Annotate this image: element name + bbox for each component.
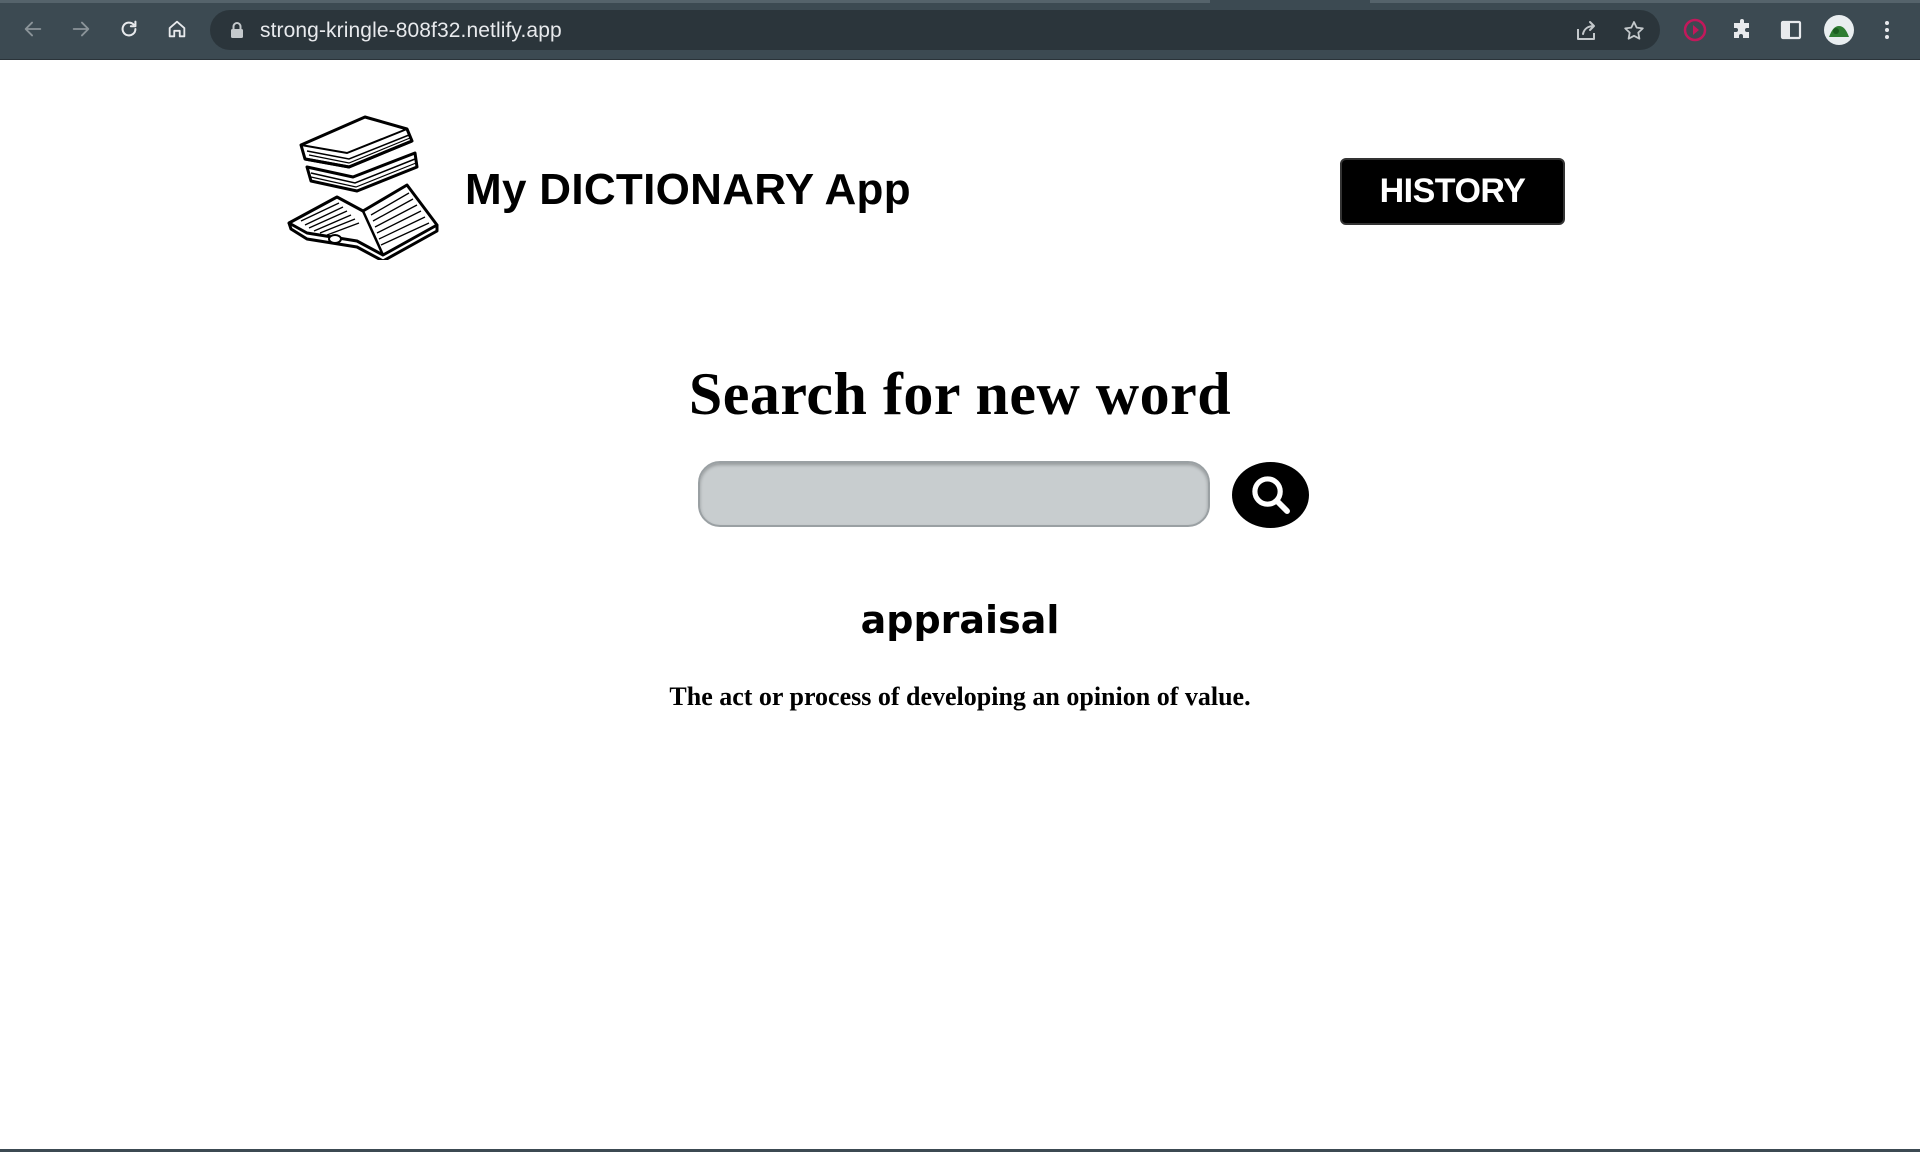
app-title: My DICTIONARY App (465, 165, 911, 214)
forward-button[interactable] (64, 12, 98, 46)
side-panel-icon[interactable] (1778, 17, 1804, 43)
reload-icon (121, 20, 137, 37)
address-bar[interactable]: strong-kringle-808f32.netlify.app (210, 10, 1660, 50)
lock-icon[interactable] (228, 21, 246, 39)
search-icon (1251, 476, 1290, 514)
kebab-menu-icon[interactable] (1874, 17, 1900, 43)
home-button[interactable] (160, 12, 194, 46)
forward-icon (72, 21, 90, 37)
avatar[interactable] (1824, 15, 1854, 45)
result-definition: The act or process of developing an opin… (669, 682, 1251, 711)
profile-icon (1829, 26, 1849, 37)
search-button[interactable] (1232, 462, 1309, 528)
search-heading: Search for new word (0, 360, 1920, 429)
share-icon[interactable] (1574, 19, 1598, 43)
result-word: appraisal (860, 598, 1060, 642)
history-button[interactable]: HISTORY (1340, 158, 1565, 225)
books-logo-icon (287, 115, 439, 260)
url-text[interactable]: strong-kringle-808f32.netlify.app (260, 19, 562, 43)
back-button[interactable] (16, 12, 50, 46)
back-icon (24, 21, 42, 37)
tab-strip-edge (0, 0, 1210, 3)
page-content: My DICTIONARY App HISTORY Search for new… (0, 60, 1920, 1150)
extension-red-icon[interactable] (1682, 17, 1708, 43)
search-heading-text: Search for new word (688, 361, 1232, 427)
reload-button[interactable] (112, 12, 146, 46)
puzzle-icon[interactable] (1730, 17, 1756, 43)
browser-toolbar: strong-kringle-808f32.netlify.app (0, 0, 1920, 60)
home-icon (168, 20, 186, 38)
star-icon[interactable] (1622, 19, 1646, 43)
tab-strip-edge (1370, 0, 1920, 3)
search-input[interactable] (698, 461, 1210, 527)
